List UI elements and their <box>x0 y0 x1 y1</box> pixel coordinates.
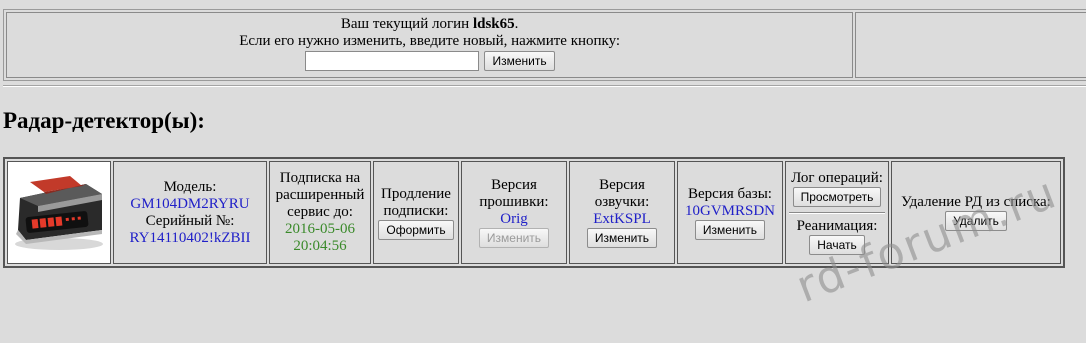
subscription-cell: Подписка на расширенный сервис до: 2016-… <box>269 161 371 264</box>
model-value: GM104DM2RYRU <box>130 195 250 212</box>
section-title: Радар-детектор(ы): <box>3 108 205 133</box>
login-form-row: Изменить <box>8 51 851 71</box>
voice-label: Версия озвучки: <box>594 177 650 210</box>
database-change-button[interactable]: Изменить <box>694 219 766 240</box>
log-label: Лог операций: <box>791 170 883 186</box>
model-label: Модель: <box>163 178 217 195</box>
voice-value: ExtKSPL <box>593 211 651 227</box>
new-login-input[interactable] <box>304 51 479 71</box>
change-login-hint: Если его нужно изменить, введите новый, … <box>239 33 621 49</box>
subscription-label: Подписка на расширенный сервис до: <box>275 170 365 220</box>
database-label: Версия базы: <box>688 185 772 202</box>
page: Ваш текущий логин ldsk65. Если его нужно… <box>0 0 1086 343</box>
renew-label: Продление подписки: <box>381 185 451 219</box>
reanimation-label: Реанимация: <box>796 218 878 234</box>
log-divider <box>789 212 885 214</box>
subscription-date: 2016-05-06 <box>285 221 355 237</box>
login-panel: Ваш текущий логин ldsk65. Если его нужно… <box>3 9 1086 81</box>
firmware-label: Версия прошивки: <box>479 177 549 210</box>
voice-change-button[interactable]: Изменить <box>586 228 658 248</box>
current-login-suffix: . <box>514 16 519 32</box>
subscription-time: 20:04:56 <box>293 238 347 254</box>
device-photo-cell <box>7 161 111 264</box>
database-cell: Версия базы: 10GVMRSDN Изменить <box>677 161 783 264</box>
login-cell: Ваш текущий логин ldsk65. Если его нужно… <box>6 12 854 78</box>
serial-value: RY14110402!kZBII <box>129 229 251 246</box>
renew-button[interactable]: Оформить <box>378 219 454 240</box>
firmware-value: Orig <box>500 211 528 227</box>
current-login-line: Ваш текущий логин ldsk65. <box>8 16 851 33</box>
firmware-change-button[interactable]: Изменить <box>478 228 550 248</box>
voice-cell: Версия озвучки: ExtKSPL Изменить <box>569 161 675 264</box>
change-login-button[interactable]: Изменить <box>484 51 555 71</box>
login-side-cell <box>855 12 1086 78</box>
renew-cell: Продление подписки: Оформить <box>373 161 459 264</box>
model-cell: Модель: GM104DM2RYRU Серийный №: RY14110… <box>113 161 267 264</box>
current-login-username: ldsk65 <box>472 16 515 32</box>
log-view-button[interactable]: Просмотреть <box>792 187 882 207</box>
current-login-prefix: Ваш текущий логин <box>340 16 470 32</box>
firmware-cell: Версия прошивки: Orig Изменить <box>461 161 567 264</box>
serial-label: Серийный №: <box>145 212 235 229</box>
database-value: 10GVMRSDN <box>684 202 775 219</box>
horizontal-divider <box>3 85 1086 87</box>
radar-detector-device-icon <box>10 164 108 256</box>
